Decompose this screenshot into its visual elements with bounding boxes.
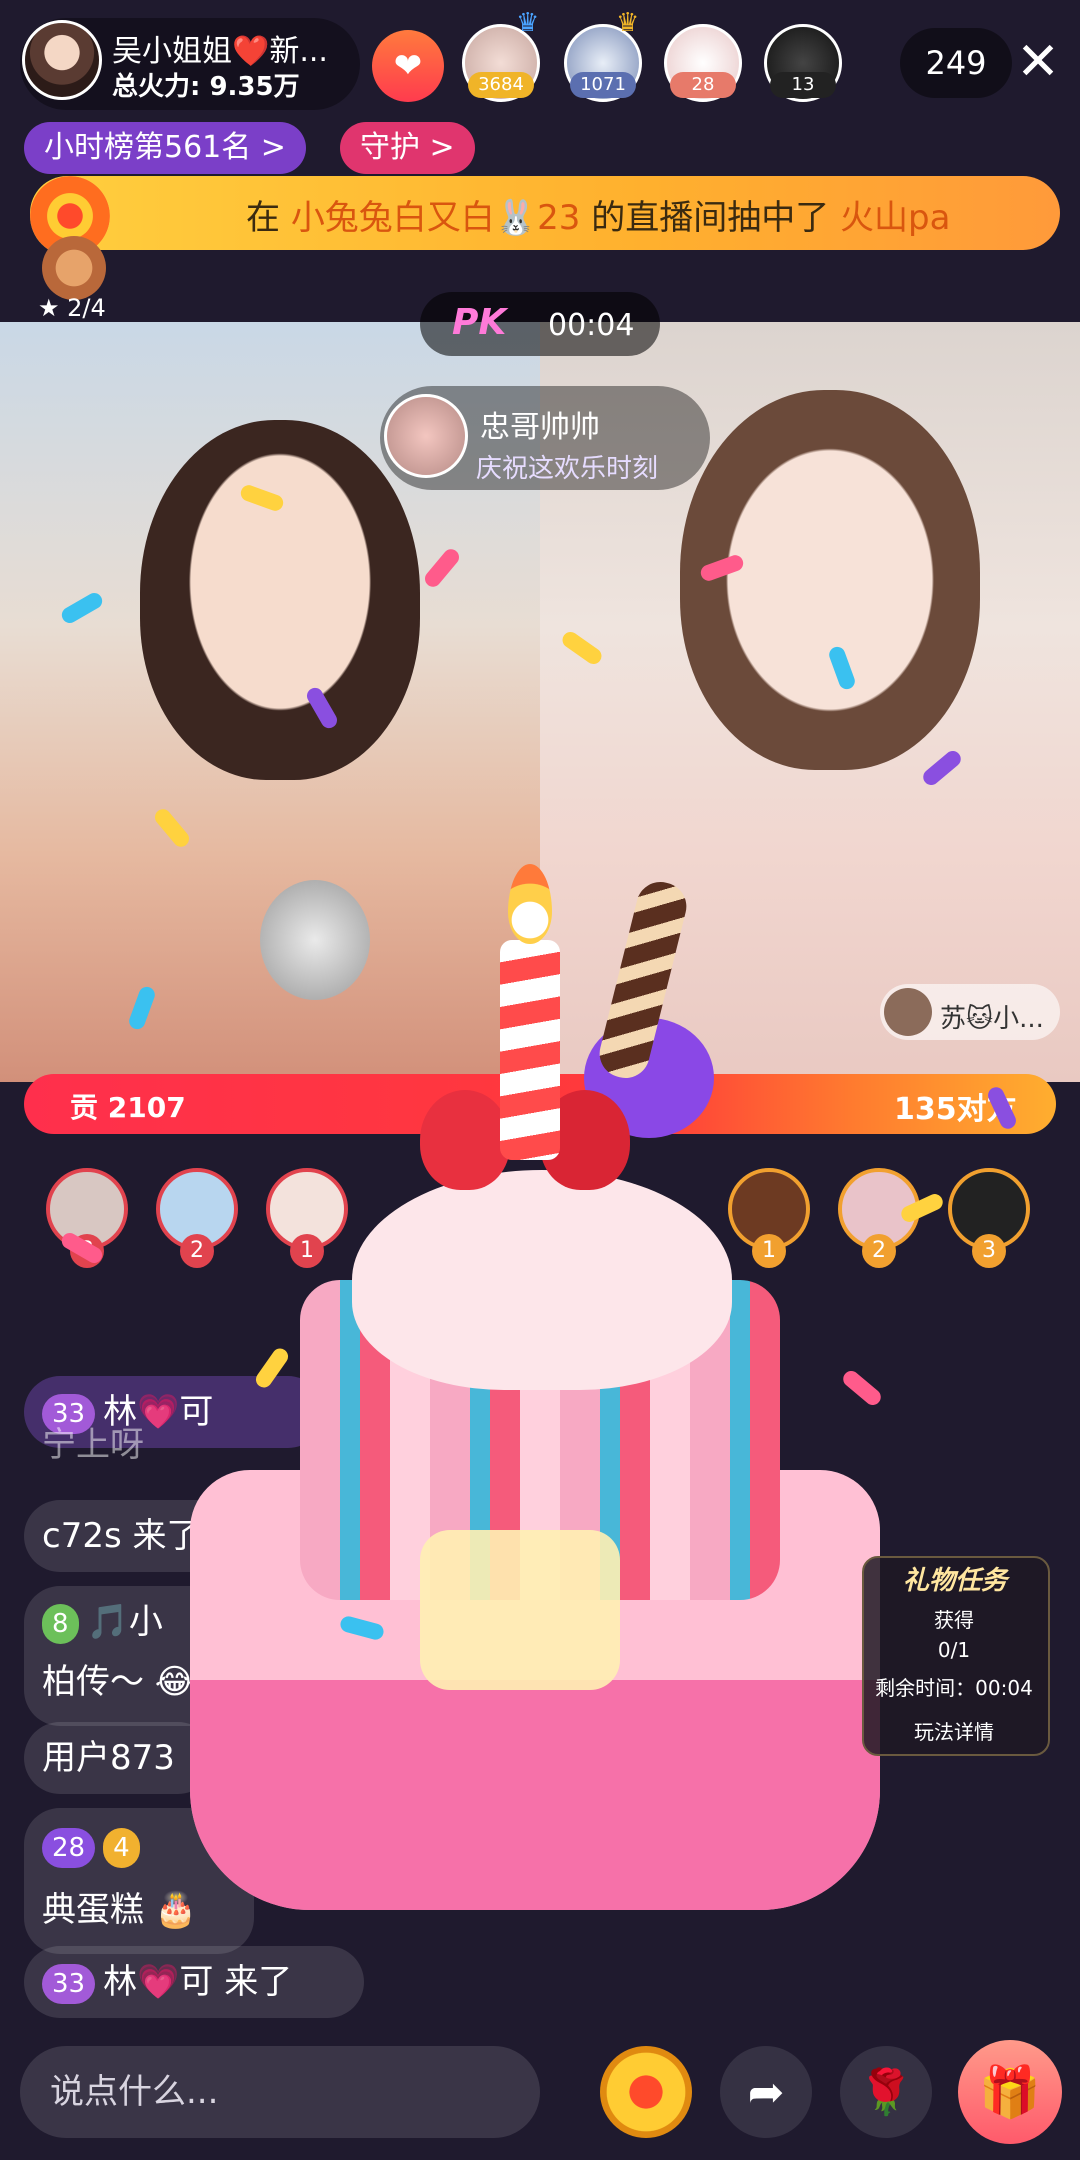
crown-icon: ♛ xyxy=(516,8,540,38)
share-button[interactable]: ➦ xyxy=(720,2046,812,2138)
viewer-badge: 28 xyxy=(670,72,736,98)
gift-button[interactable]: 🎁 xyxy=(958,2040,1062,2144)
contributor-rank: 1 xyxy=(290,1234,324,1268)
share-icon: ➦ xyxy=(747,2066,785,2118)
host-figure xyxy=(140,420,420,780)
chat-message[interactable]: 用户873 xyxy=(24,1722,214,1794)
contributor-rank: 1 xyxy=(752,1234,786,1268)
host-name: 吴小姐姐❤️新... xyxy=(112,34,328,69)
level-badge: 4 xyxy=(103,1827,140,1868)
level-badge: 28 xyxy=(42,1827,96,1868)
chat-message: 宁上呀 xyxy=(42,1425,144,1465)
level-badge: 33 xyxy=(42,1963,96,2004)
lottery-button[interactable] xyxy=(600,2046,692,2138)
rose-icon: 🌹 xyxy=(858,2067,914,2118)
follow-button[interactable]: ❤ xyxy=(372,30,444,102)
level-badge: 8 xyxy=(42,1603,79,1644)
host-fire-total: 总火力: 9.35万 xyxy=(112,72,300,102)
viewer-badge: 3684 xyxy=(468,72,534,98)
contributor-rank: 3 xyxy=(972,1234,1006,1268)
heart-wings-icon: ❤ xyxy=(393,46,423,86)
gift-task-title: 礼物任务 xyxy=(902,1566,1007,1596)
chat-message[interactable]: 33 林💗可 来了 xyxy=(24,1946,364,2018)
opponent-figure xyxy=(680,390,980,770)
pk-time: 00:04 xyxy=(548,308,635,343)
cake-ribbon xyxy=(420,1530,620,1690)
cake-top-tier xyxy=(352,1170,732,1390)
gift-task-get: 获得 xyxy=(934,1608,974,1632)
cake-drip xyxy=(190,1680,880,1910)
guard-button[interactable]: 守护 > xyxy=(340,122,475,174)
gift-icon: 🎁 xyxy=(978,2062,1042,2121)
chat-input[interactable]: 说点什么... xyxy=(20,2046,540,2138)
strawberry xyxy=(420,1090,510,1190)
banner-text: 在 小兔兔白又白🐰23 的直播间抽中了 火山pa xyxy=(246,198,951,238)
gift-message: 庆祝这欢乐时刻 xyxy=(476,454,659,484)
opponent-name: 苏🐱小... xyxy=(940,1004,1044,1034)
pk-logo: PK xyxy=(452,302,507,343)
viewer-count[interactable]: 249 xyxy=(900,28,1012,98)
gift-task-remaining: 剩余时间：00:04 xyxy=(875,1676,1033,1700)
microphone xyxy=(260,880,370,1000)
hourly-rank-button[interactable]: 小时榜第561名 > xyxy=(24,122,306,174)
contributor-rank: 2 xyxy=(862,1234,896,1268)
gift-task-details[interactable]: 玩法详情 xyxy=(862,1716,1046,1745)
confetti xyxy=(840,1367,884,1409)
medal-icon[interactable] xyxy=(42,236,106,300)
gift-sender-name: 忠哥帅帅 xyxy=(480,410,600,445)
star-progress: ★ 2/4 xyxy=(38,294,106,322)
candle xyxy=(500,940,560,1160)
opponent-avatar xyxy=(884,988,932,1036)
viewer-badge: 13 xyxy=(770,72,836,98)
gift-sender-avatar[interactable] xyxy=(384,394,468,478)
host-avatar[interactable] xyxy=(22,20,102,100)
viewer-badge: 1071 xyxy=(570,72,636,98)
close-icon[interactable]: ✕ xyxy=(1010,30,1066,94)
pk-our-score: 贡 2107 xyxy=(70,1091,186,1124)
contributor-rank: 2 xyxy=(180,1234,214,1268)
gift-task-progress: 0/1 xyxy=(937,1638,971,1662)
crown-icon: ♛ xyxy=(616,8,640,38)
rose-button[interactable]: 🌹 xyxy=(840,2046,932,2138)
